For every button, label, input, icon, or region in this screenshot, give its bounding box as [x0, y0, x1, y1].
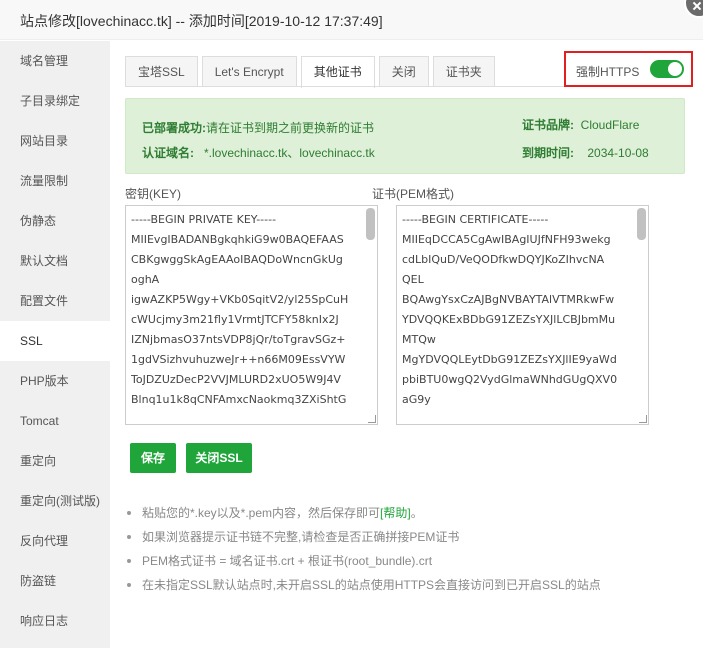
cert-scrollbar[interactable] [637, 208, 646, 240]
force-https-label: 强制HTTPS [576, 65, 640, 79]
private-key-textarea[interactable]: -----BEGIN PRIVATE KEY----- MIIEvgIBADAN… [125, 205, 378, 425]
cert-brand-row: 证书品牌: CloudFlare [522, 116, 639, 133]
tab-cert-folder[interactable]: 证书夹 [432, 56, 495, 87]
cert-expire-key: 到期时间: [522, 146, 574, 160]
sidebar-item-ssl[interactable]: SSL [0, 321, 110, 361]
tab-other-cert[interactable]: 其他证书 [300, 56, 375, 88]
note-default-ssl: 在未指定SSL默认站点时,未开启SSL的站点使用HTTPS会直接访问到已开启SS… [125, 573, 601, 597]
note-paste-text: 粘贴您的*.key以及*.pem内容，然后保存即可 [142, 506, 381, 520]
ssl-tabs: 宝塔SSL Let's Encrypt 其他证书 关闭 证书夹 [125, 56, 499, 88]
sidebar: 域名管理 子目录绑定 网站目录 流量限制 伪静态 默认文档 配置文件 SSL P… [0, 41, 110, 648]
sidebar-item-default-doc[interactable]: 默认文档 [0, 241, 110, 281]
sidebar-item-site-dir[interactable]: 网站目录 [0, 121, 110, 161]
force-https-box: 强制HTTPS [564, 51, 693, 87]
cert-brand-value: CloudFlare [580, 118, 640, 132]
certificate-text: -----BEGIN CERTIFICATE----- MIIEqDCCA5Cg… [402, 213, 618, 406]
sidebar-item-hotlink[interactable]: 防盗链 [0, 561, 110, 601]
help-notes: 粘贴您的*.key以及*.pem内容，然后保存即可[帮助]。 如果浏览器提示证书… [125, 501, 601, 597]
sidebar-item-config-file[interactable]: 配置文件 [0, 281, 110, 321]
tab-bt-ssl[interactable]: 宝塔SSL [125, 56, 198, 87]
key-scrollbar[interactable] [366, 208, 375, 240]
sidebar-item-domain[interactable]: 域名管理 [0, 41, 110, 81]
sidebar-item-redirect[interactable]: 重定向 [0, 441, 110, 481]
cert-expire-value: 2034-10-08 [587, 146, 649, 160]
deployed-status-row: 已部署成功:请在证书到期之前更换新的证书 [142, 119, 374, 136]
sidebar-item-tomcat[interactable]: Tomcat [0, 401, 110, 441]
key-field-label: 密钥(KEY) [125, 187, 182, 201]
cert-expire-row: 到期时间: 2034-10-08 [522, 144, 649, 161]
sidebar-item-rewrite[interactable]: 伪静态 [0, 201, 110, 241]
sidebar-item-php-version[interactable]: PHP版本 [0, 361, 110, 401]
certificate-textarea[interactable]: -----BEGIN CERTIFICATE----- MIIEqDCCA5Cg… [396, 205, 649, 425]
cert-domain-value: *.lovechinacc.tk、lovechinacc.tk [204, 146, 375, 160]
cert-domain-key: 认证域名: [142, 146, 194, 160]
private-key-text: -----BEGIN PRIVATE KEY----- MIIEvgIBADAN… [131, 213, 349, 406]
note-cert-chain: 如果浏览器提示证书链不完整,请检查是否正确拼接PEM证书 [125, 525, 601, 549]
help-link[interactable]: [帮助] [380, 506, 411, 520]
cert-info-box: 已部署成功:请在证书到期之前更换新的证书 认证域名: *.lovechinacc… [125, 98, 685, 174]
sidebar-item-traffic-limit[interactable]: 流量限制 [0, 161, 110, 201]
sidebar-item-reverse-proxy[interactable]: 反向代理 [0, 521, 110, 561]
sidebar-item-response-log[interactable]: 响应日志 [0, 601, 110, 641]
tab-lets-encrypt[interactable]: Let's Encrypt [201, 56, 297, 87]
sidebar-item-redirect-beta[interactable]: 重定向(测试版) [0, 481, 110, 521]
dialog-title-bar: 站点修改[lovechinacc.tk] -- 添加时间[2019-10-12 … [0, 0, 703, 40]
save-button[interactable]: 保存 [130, 443, 176, 473]
note-paste-key: 粘贴您的*.key以及*.pem内容，然后保存即可[帮助]。 [125, 501, 601, 525]
deployed-key: 已部署成功: [142, 121, 206, 135]
key-resize-handle[interactable] [368, 415, 376, 423]
force-https-toggle[interactable] [650, 60, 684, 78]
deployed-value: 请在证书到期之前更换新的证书 [206, 121, 375, 135]
sidebar-item-subdir[interactable]: 子目录绑定 [0, 81, 110, 121]
cert-field-label: 证书(PEM格式) [372, 187, 454, 201]
cert-brand-key: 证书品牌: [522, 118, 574, 132]
note-paste-suffix: 。 [410, 506, 423, 520]
tab-close[interactable]: 关闭 [378, 56, 429, 87]
cert-domain-row: 认证域名: *.lovechinacc.tk、lovechinacc.tk [142, 144, 375, 161]
cert-resize-handle[interactable] [639, 415, 647, 423]
note-pem-format: PEM格式证书 = 域名证书.crt + 根证书(root_bundle).cr… [125, 549, 601, 573]
dialog-title: 站点修改[lovechinacc.tk] -- 添加时间[2019-10-12 … [20, 13, 383, 29]
close-ssl-button[interactable]: 关闭SSL [186, 443, 252, 473]
